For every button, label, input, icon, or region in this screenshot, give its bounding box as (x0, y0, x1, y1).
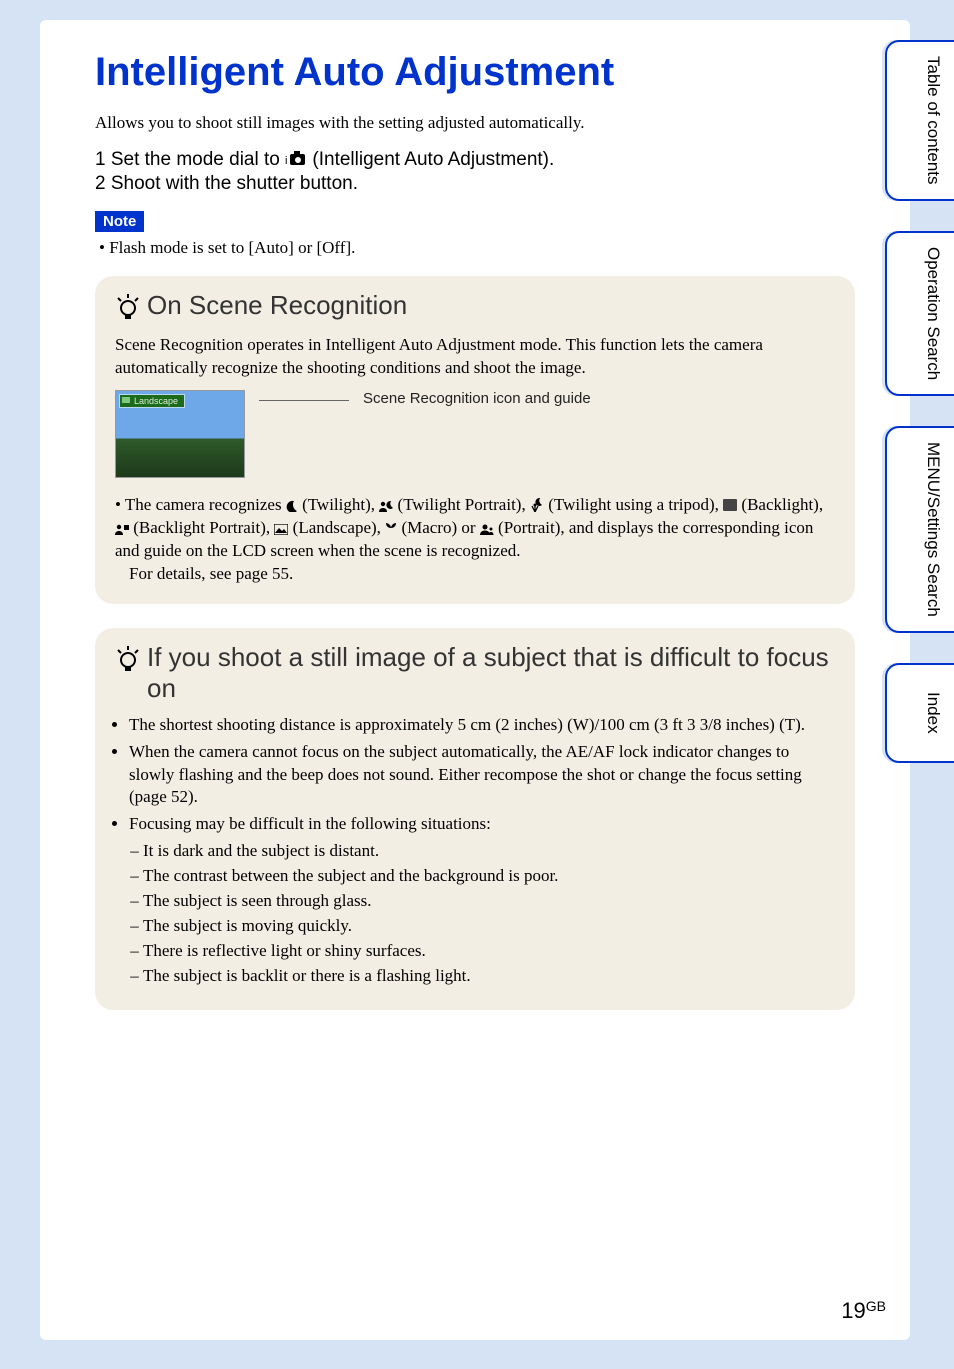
tip2-b2: When the camera cannot focus on the subj… (129, 741, 835, 810)
tip2-b3: Focusing may be difficult in the followi… (129, 813, 835, 988)
tab-index[interactable]: Index (885, 663, 954, 763)
rec-tw: (Twilight), (302, 495, 379, 514)
rec-pre: • The camera recognizes (115, 495, 286, 514)
tab-menu-settings-search[interactable]: MENU/Settings Search (885, 426, 954, 633)
tip2-heading: If you shoot a still image of a subject … (147, 642, 835, 704)
leader-line (259, 400, 349, 414)
tip1-heading-row: On Scene Recognition (115, 290, 835, 324)
tip2-b1: The shortest shooting distance is approx… (129, 714, 835, 737)
page-content: Intelligent Auto Adjustment Allows you t… (40, 20, 910, 1340)
tip2-s1: It is dark and the subject is distant. (143, 840, 835, 863)
rec-detail: For details, see page 55. (115, 563, 293, 586)
step-1-post: (Intelligent Auto Adjustment). (312, 149, 554, 170)
lightbulb-icon (115, 646, 141, 676)
backlight-portrait-icon (115, 523, 129, 535)
landscape-icon (274, 524, 288, 535)
page-title: Intelligent Auto Adjustment (95, 50, 855, 95)
scene-example-image: Landscape (115, 390, 245, 478)
steps-list: 1 Set the mode dial to i (Intelligent Au… (95, 149, 855, 195)
tip2-sub-bullets: It is dark and the subject is distant. T… (129, 840, 835, 988)
rec-bl: (Backlight), (741, 495, 823, 514)
lightbulb-icon (115, 294, 141, 324)
page-number-value: 19 (841, 1298, 865, 1323)
macro-icon (385, 522, 397, 535)
svg-text:i: i (285, 155, 287, 167)
backlight-icon (723, 499, 737, 511)
twilight-tripod-icon (530, 498, 544, 512)
side-tabs: Table of contents Operation Search MENU/… (885, 40, 954, 763)
tab-operation-search[interactable]: Operation Search (885, 231, 954, 396)
step-1: 1 Set the mode dial to i (Intelligent Au… (95, 149, 855, 171)
tip2-s2: The contrast between the subject and the… (143, 865, 835, 888)
rec-twp: (Twilight Portrait), (398, 495, 530, 514)
tip-scene-recognition: On Scene Recognition Scene Recognition o… (95, 276, 855, 604)
tip2-s5: There is reflective light or shiny surfa… (143, 940, 835, 963)
tip2-s4: The subject is moving quickly. (143, 915, 835, 938)
step-1-pre: 1 Set the mode dial to (95, 149, 285, 170)
intelligent-auto-icon: i (285, 151, 307, 167)
twilight-portrait-icon (379, 500, 393, 512)
scene-example-row: Landscape Scene Recognition icon and gui… (115, 390, 835, 478)
rec-twt: (Twilight using a tripod), (548, 495, 723, 514)
tip1-heading: On Scene Recognition (147, 290, 407, 321)
page-number-suffix: GB (866, 1298, 886, 1314)
rec-ls: (Landscape), (293, 518, 386, 537)
tip1-recognizes: • The camera recognizes (Twilight), (Twi… (115, 494, 835, 586)
tip1-body: Scene Recognition operates in Intelligen… (115, 334, 835, 380)
intro-text: Allows you to shoot still images with th… (95, 113, 855, 133)
portrait-icon (480, 523, 494, 535)
tip2-bullets: The shortest shooting distance is approx… (115, 714, 835, 988)
tip2-heading-row: If you shoot a still image of a subject … (115, 642, 835, 704)
twilight-icon (286, 500, 298, 512)
tip2-b3-text: Focusing may be difficult in the followi… (129, 814, 491, 833)
scene-label-overlay: Landscape (119, 394, 185, 408)
rec-blp: (Backlight Portrait), (133, 518, 274, 537)
tip2-s3: The subject is seen through glass. (143, 890, 835, 913)
tip2-s6: The subject is backlit or there is a fla… (143, 965, 835, 988)
note-text: • Flash mode is set to [Auto] or [Off]. (95, 238, 855, 258)
tab-table-of-contents[interactable]: Table of contents (885, 40, 954, 201)
scene-caption: Scene Recognition icon and guide (363, 390, 591, 407)
step-2: 2 Shoot with the shutter button. (95, 173, 855, 195)
rec-mc: (Macro) or (401, 518, 479, 537)
page-number: 19GB (841, 1298, 886, 1324)
tip-difficult-focus: If you shoot a still image of a subject … (95, 628, 855, 1010)
note-badge: Note (95, 211, 144, 232)
